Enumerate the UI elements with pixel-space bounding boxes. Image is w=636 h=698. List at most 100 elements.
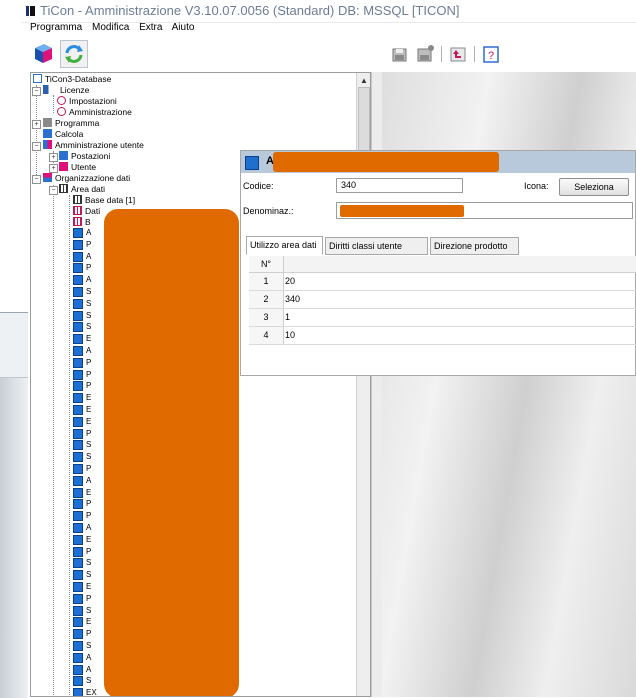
area-dati-item[interactable]: E [86, 393, 91, 403]
area-dati-item[interactable]: S [86, 641, 91, 651]
area-dati-item-icon [73, 252, 83, 262]
area-dati-item-icon [73, 381, 83, 391]
tree-item-calcola[interactable]: Calcola [43, 129, 83, 139]
menu-aiuto[interactable]: Aiuto [172, 22, 195, 33]
area-dati-item[interactable]: P [86, 511, 91, 521]
tab-direzione-prodotto[interactable]: Direzione prodotto [430, 237, 519, 255]
tree-item-base-data[interactable]: Base data [1] [73, 195, 135, 205]
cube-icon[interactable] [30, 40, 58, 68]
tree-item-dati[interactable]: Dati [73, 206, 100, 216]
area-dati-item[interactable]: S [86, 606, 91, 616]
tree-item-utente[interactable]: Utente [59, 162, 96, 172]
tree-item-licenze[interactable]: Licenze [43, 85, 89, 95]
tab-diritti-classi-utente[interactable]: Diritti classi utente [325, 237, 428, 255]
area-dati-item-icon [73, 429, 83, 439]
collapse-organizzazione-icon[interactable]: − [32, 175, 41, 184]
area-dati-item[interactable]: S [86, 570, 91, 580]
calculator-icon [43, 129, 52, 138]
tree-item-programma[interactable]: Programma [43, 118, 99, 128]
expand-programma-icon[interactable]: + [32, 120, 41, 129]
scroll-up-icon[interactable]: ▲ [360, 76, 368, 85]
area-dati-item[interactable]: E [86, 617, 91, 627]
area-dati-item[interactable]: S [86, 311, 91, 321]
area-dati-item-icon [73, 287, 83, 297]
area-dati-item[interactable]: S [86, 287, 91, 297]
icona-label: Icona: [524, 181, 549, 191]
grid-icon [73, 217, 82, 226]
area-dati-item[interactable]: A [86, 476, 91, 486]
seleziona-button[interactable]: Seleziona [559, 178, 629, 196]
area-dati-item[interactable]: A [86, 653, 91, 663]
menu-bar: Programma Modifica Extra Aiuto [30, 22, 201, 36]
grid-header: N° [249, 256, 636, 273]
menu-programma[interactable]: Programma [30, 22, 82, 33]
svg-text:?: ? [488, 50, 494, 62]
codice-input[interactable]: 340 [336, 178, 463, 193]
area-dati-item-icon [73, 499, 83, 509]
tab-utilizzo-area-dati[interactable]: Utilizzo area dati [246, 236, 323, 255]
area-dati-item[interactable]: S [86, 440, 91, 450]
area-dati-item-icon [73, 452, 83, 462]
area-dati-item[interactable]: E [86, 334, 91, 344]
area-dati-item[interactable]: P [86, 629, 91, 639]
area-dati-item[interactable]: P [86, 240, 91, 250]
refresh-icon[interactable] [60, 40, 88, 68]
area-dati-item[interactable]: P [86, 381, 91, 391]
collapse-licenze-icon[interactable]: − [32, 87, 41, 96]
area-dati-item[interactable]: P [86, 499, 91, 509]
tree-root[interactable]: TiCon3-Database [33, 74, 111, 84]
expand-utente-icon[interactable]: + [49, 164, 58, 173]
area-dati-item-icon [73, 334, 83, 344]
table-row[interactable]: 3 1 [249, 309, 636, 327]
area-dati-item[interactable]: E [86, 405, 91, 415]
tree-item-amministrazione[interactable]: Amministrazione [57, 107, 132, 117]
table-row[interactable]: 2 340 [249, 291, 636, 309]
area-dati-item[interactable]: P [86, 547, 91, 557]
tree-item-amministrazione-utente[interactable]: Amministrazione utente [43, 140, 144, 150]
table-row[interactable]: 1 20 [249, 273, 636, 291]
area-dati-item[interactable]: A [86, 665, 91, 675]
tree-item-impostazioni[interactable]: Impostazioni [57, 96, 117, 106]
area-dati-item[interactable]: S [86, 676, 91, 686]
area-dati-item[interactable]: S [86, 558, 91, 568]
expand-postazioni-icon[interactable]: + [49, 153, 58, 162]
area-dati-item[interactable]: A [86, 523, 91, 533]
redaction-title [273, 152, 499, 172]
area-dati-item[interactable]: A [86, 275, 91, 285]
table-row[interactable]: 4 10 [249, 327, 636, 345]
collapse-area-dati-icon[interactable]: − [49, 186, 58, 195]
area-dati-item[interactable]: E [86, 582, 91, 592]
tree-item-organizzazione-dati[interactable]: Organizzazione dati [43, 173, 130, 183]
area-dati-item[interactable]: A [86, 346, 91, 356]
app-icon [26, 6, 36, 16]
area-dati-item[interactable]: P [86, 594, 91, 604]
area-dati-item[interactable]: A [86, 252, 91, 262]
area-dati-item[interactable]: EX [86, 688, 97, 696]
tree-item-b[interactable]: B [73, 217, 91, 227]
menu-extra[interactable]: Extra [139, 22, 162, 33]
area-dati-item[interactable]: S [86, 452, 91, 462]
undo-icon[interactable] [448, 44, 468, 64]
area-dati-item-icon [73, 547, 83, 557]
area-dati-item[interactable]: P [86, 358, 91, 368]
area-dati-item[interactable]: S [86, 299, 91, 309]
area-dati-item[interactable]: P [86, 370, 91, 380]
row-value: 340 [285, 294, 301, 304]
collapse-utenti-icon[interactable]: − [32, 142, 41, 151]
menu-modifica[interactable]: Modifica [92, 22, 129, 33]
area-dati-item[interactable]: P [86, 263, 91, 273]
help-icon[interactable]: ? [481, 44, 501, 64]
area-dati-item[interactable]: A [86, 228, 91, 238]
save-as-icon[interactable] [415, 44, 435, 64]
area-dati-item[interactable]: E [86, 488, 91, 498]
area-dati-item[interactable]: P [86, 464, 91, 474]
tree-item-postazioni[interactable]: Postazioni [59, 151, 110, 161]
save-icon[interactable] [390, 44, 410, 64]
area-dati-item[interactable]: P [86, 429, 91, 439]
denominazione-input[interactable] [336, 202, 633, 219]
tree-item-area-dati[interactable]: Area dati [59, 184, 105, 194]
area-dati-item[interactable]: E [86, 535, 91, 545]
area-dati-item[interactable]: S [86, 322, 91, 332]
denominazione-label: Denominaz.: [243, 206, 294, 216]
area-dati-item[interactable]: E [86, 417, 91, 427]
